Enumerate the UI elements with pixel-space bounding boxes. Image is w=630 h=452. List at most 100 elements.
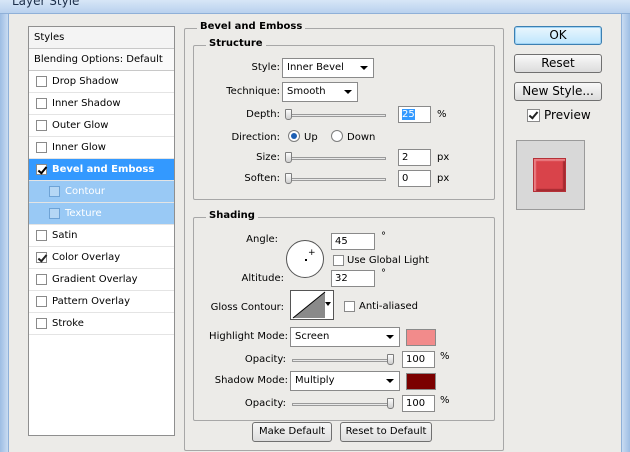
depth-unit: %: [437, 109, 447, 120]
preview-thumbnail: [516, 140, 585, 210]
global-light-checkbox[interactable]: [333, 255, 344, 266]
shading-group: Shading Angle: + 45 ° Use Global Light A…: [193, 210, 495, 421]
gloss-contour-picker[interactable]: [290, 290, 334, 320]
inner-shadow-checkbox[interactable]: [36, 98, 47, 109]
shadow-color-swatch[interactable]: [406, 373, 436, 390]
style-item-bevel-and-emboss[interactable]: Bevel and Emboss: [29, 159, 174, 181]
size-slider[interactable]: [286, 157, 386, 160]
outer-glow-checkbox[interactable]: [36, 120, 47, 131]
title-bar: Layer Style: [0, 0, 630, 14]
make-default-button[interactable]: Make Default: [252, 422, 332, 442]
soften-input[interactable]: 0: [398, 170, 431, 187]
highlight-opacity-input[interactable]: 100: [402, 351, 435, 368]
style-item-outer-glow[interactable]: Outer Glow: [29, 115, 174, 137]
chevron-down-icon: [360, 66, 368, 70]
preview-swatch: [533, 158, 566, 192]
shading-title: Shading: [206, 210, 258, 221]
style-select[interactable]: Inner Bevel: [282, 58, 374, 78]
preview-checkbox[interactable]: [527, 109, 540, 122]
contour-curve-icon: [292, 291, 326, 319]
chevron-down-icon: [325, 302, 331, 306]
style-item-gradient-overlay[interactable]: Gradient Overlay: [29, 269, 174, 291]
shadow-opacity-thumb[interactable]: [387, 398, 394, 409]
highlight-mode-select[interactable]: Screen: [290, 327, 400, 347]
size-input[interactable]: 2: [398, 149, 431, 166]
style-item-label: Bevel and Emboss: [52, 164, 155, 175]
reset-button[interactable]: Reset: [514, 54, 602, 73]
inner-glow-checkbox[interactable]: [36, 142, 47, 153]
highlight-opacity-thumb[interactable]: [387, 354, 394, 365]
style-item-satin[interactable]: Satin: [29, 225, 174, 247]
highlight-color-swatch[interactable]: [406, 329, 436, 346]
style-item-inner-shadow[interactable]: Inner Shadow: [29, 93, 174, 115]
shadow-mode-value: Multiply: [295, 375, 335, 386]
structure-group: Structure Style: Inner Bevel Technique: …: [193, 38, 495, 200]
depth-slider-thumb[interactable]: [285, 109, 292, 120]
highlight-opacity-label: Opacity:: [244, 354, 286, 365]
technique-select[interactable]: Smooth: [282, 82, 358, 102]
style-item-color-overlay[interactable]: Color Overlay: [29, 247, 174, 269]
stroke-checkbox[interactable]: [36, 318, 47, 329]
pattern-overlay-checkbox[interactable]: [36, 296, 47, 307]
preview-label[interactable]: Preview: [544, 108, 591, 122]
contour-checkbox[interactable]: [49, 186, 60, 197]
style-item-inner-glow[interactable]: Inner Glow: [29, 137, 174, 159]
ok-button[interactable]: OK: [514, 26, 602, 45]
gradient-overlay-checkbox[interactable]: [36, 274, 47, 285]
structure-title: Structure: [206, 38, 266, 49]
bevel-emboss-group: Bevel and Emboss Structure Style: Inner …: [184, 21, 504, 451]
size-slider-thumb[interactable]: [285, 152, 292, 163]
styles-header[interactable]: Styles: [29, 27, 174, 49]
angle-input[interactable]: 45: [331, 233, 375, 250]
style-label: Style:: [251, 62, 281, 73]
style-item-drop-shadow[interactable]: Drop Shadow: [29, 71, 174, 93]
angle-dial-center: [305, 259, 307, 261]
satin-checkbox[interactable]: [36, 230, 47, 241]
altitude-degree: °: [381, 268, 386, 279]
altitude-label: Altitude:: [241, 273, 284, 284]
direction-up-radio[interactable]: [288, 130, 300, 142]
angle-degree: °: [381, 231, 386, 242]
size-label: Size:: [256, 152, 280, 163]
angle-dial[interactable]: +: [286, 240, 324, 278]
shadow-mode-select[interactable]: Multiply: [290, 371, 400, 391]
technique-label: Technique:: [226, 86, 280, 97]
style-item-stroke[interactable]: Stroke: [29, 313, 174, 335]
style-item-label: Drop Shadow: [52, 76, 119, 87]
window-frame-left: [0, 14, 8, 452]
soften-label: Soften:: [244, 173, 280, 184]
crosshair-icon: +: [308, 248, 316, 258]
global-light-label[interactable]: Use Global Light: [347, 255, 429, 266]
anti-aliased-checkbox[interactable]: [344, 301, 355, 312]
color-overlay-checkbox[interactable]: [36, 252, 47, 263]
anti-aliased-label[interactable]: Anti-aliased: [359, 301, 418, 312]
altitude-input[interactable]: 32: [331, 270, 375, 287]
soften-slider-thumb[interactable]: [285, 173, 292, 184]
texture-checkbox[interactable]: [49, 208, 60, 219]
style-item-label: Color Overlay: [52, 252, 121, 263]
style-item-pattern-overlay[interactable]: Pattern Overlay: [29, 291, 174, 313]
soften-slider[interactable]: [286, 178, 386, 181]
technique-select-value: Smooth: [287, 86, 326, 97]
soften-unit: px: [437, 173, 450, 184]
reset-to-default-button[interactable]: Reset to Default: [340, 422, 432, 442]
highlight-opacity-unit: %: [440, 351, 450, 362]
style-item-texture[interactable]: Texture: [29, 203, 174, 225]
blending-options-item[interactable]: Blending Options: Default: [29, 49, 174, 71]
highlight-opacity-slider[interactable]: [292, 359, 392, 362]
chevron-down-icon: [386, 379, 394, 383]
depth-input[interactable]: 25: [398, 106, 431, 123]
new-style-button[interactable]: New Style...: [514, 82, 602, 101]
bevel-and-emboss-checkbox[interactable]: [36, 164, 47, 175]
depth-slider[interactable]: [286, 114, 386, 117]
shadow-opacity-input[interactable]: 100: [402, 395, 435, 412]
shadow-opacity-slider[interactable]: [292, 403, 392, 406]
direction-down-radio[interactable]: [331, 130, 343, 142]
style-item-label: Inner Glow: [52, 142, 106, 153]
direction-up-label[interactable]: Up: [304, 132, 318, 143]
direction-down-label[interactable]: Down: [347, 132, 375, 143]
drop-shadow-checkbox[interactable]: [36, 76, 47, 87]
style-item-contour[interactable]: Contour: [29, 181, 174, 203]
shadow-opacity-unit: %: [440, 395, 450, 406]
style-item-label: Satin: [52, 230, 78, 241]
